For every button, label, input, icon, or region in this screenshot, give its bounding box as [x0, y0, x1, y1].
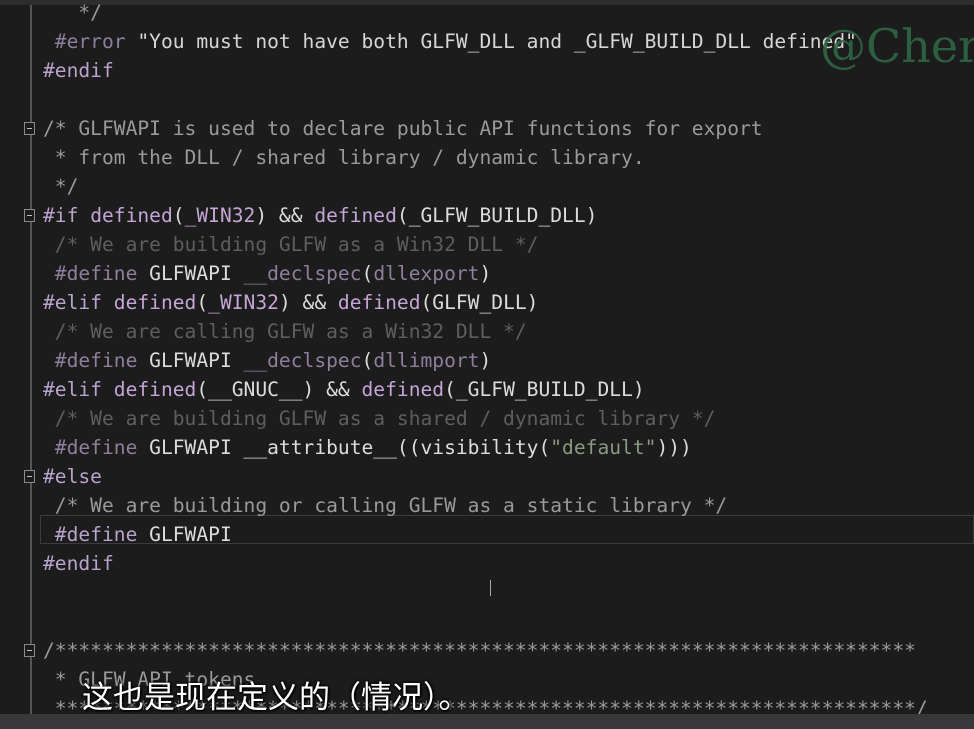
- code-token: (: [196, 291, 209, 314]
- code-token: #else: [43, 465, 102, 488]
- code-token: /* We are building GLFW as a shared / dy…: [43, 407, 716, 430]
- code-token: GLFWAPI __attribute__((visibility(: [137, 436, 551, 459]
- code-token: __declspec: [243, 349, 362, 372]
- code-line: /* We are calling GLFW as a Win32 DLL */: [43, 317, 527, 346]
- code-token: #elif: [43, 378, 114, 401]
- collapse-region-icon[interactable]: [24, 209, 35, 222]
- code-token: defined: [314, 204, 397, 227]
- code-token: /* We are building or calling GLFW as a …: [43, 494, 728, 517]
- code-token: (: [361, 262, 374, 285]
- code-token: * from the DLL / shared library / dynami…: [43, 146, 645, 169]
- code-line: */: [43, 172, 79, 201]
- code-token: "You must not have both GLFW_DLL and _GL…: [125, 30, 857, 53]
- code-token: /* GLFWAPI is used to declare public API…: [43, 117, 763, 140]
- code-token: #elif: [43, 291, 114, 314]
- collapse-region-icon[interactable]: [24, 644, 35, 657]
- code-token: ))): [656, 436, 692, 459]
- code-token: #define: [43, 349, 138, 372]
- code-token: (__GNUC__) &&: [196, 378, 362, 401]
- code-token: ): [479, 349, 492, 372]
- code-token: dllexport: [373, 262, 480, 285]
- code-token: /***************************************…: [43, 639, 916, 662]
- code-token: defined: [361, 378, 445, 401]
- code-token: GLFWAPI: [137, 262, 244, 285]
- video-subtitle: 这也是现在定义的（情况）。: [82, 680, 470, 716]
- code-token: /* We are calling GLFW as a Win32 DLL */: [43, 320, 527, 343]
- code-token: */: [43, 175, 79, 198]
- code-token: GLFWAPI: [137, 523, 232, 546]
- code-line: #elif defined(_WIN32) && defined(GLFW_DL…: [43, 288, 538, 317]
- collapse-region-icon[interactable]: [24, 470, 35, 483]
- code-line: */: [43, 0, 102, 27]
- code-editor[interactable]: */ #error "You must not have both GLFW_D…: [0, 1, 974, 720]
- channel-watermark: @Chern: [820, 19, 974, 73]
- code-line: #else: [43, 462, 102, 491]
- code-token: _WIN32: [184, 204, 256, 227]
- code-line: * from the DLL / shared library / dynami…: [43, 143, 645, 172]
- code-line: #error "You must not have both GLFW_DLL …: [43, 27, 857, 56]
- code-token: GLFWAPI: [137, 349, 244, 372]
- code-token: (_GLFW_BUILD_DLL): [444, 378, 645, 401]
- outline-guide: [30, 5, 32, 714]
- code-token: defined: [113, 378, 197, 401]
- code-token: defined: [90, 204, 173, 227]
- code-token: __declspec: [243, 262, 362, 285]
- code-line: #if defined(_WIN32) && defined(_GLFW_BUI…: [43, 201, 597, 230]
- code-token: _WIN32: [208, 291, 279, 314]
- code-token: #error: [43, 30, 126, 53]
- code-token: (_GLFW_BUILD_DLL): [396, 204, 598, 227]
- code-line: #define GLFWAPI __declspec(dllexport): [43, 259, 492, 288]
- code-line: /* We are building or calling GLFW as a …: [43, 491, 727, 520]
- code-token: #endif: [43, 552, 114, 575]
- code-line: #elif defined(__GNUC__) && defined(_GLFW…: [43, 375, 645, 404]
- code-token: #if: [43, 204, 91, 227]
- code-token: (: [361, 349, 374, 372]
- code-line: #define GLFWAPI __attribute__((visibilit…: [43, 433, 692, 462]
- code-line: /* GLFWAPI is used to declare public API…: [43, 114, 763, 143]
- code-token: #define: [43, 523, 138, 546]
- code-token: ) &&: [255, 204, 315, 227]
- code-token: #define: [43, 262, 138, 285]
- code-line: #define GLFWAPI __declspec(dllimport): [43, 346, 492, 375]
- code-line: #endif: [43, 549, 114, 578]
- code-token: "default": [550, 436, 657, 459]
- code-token: #endif: [43, 59, 114, 82]
- code-line: #endif: [43, 56, 114, 85]
- code-line: /* We are building GLFW as a Win32 DLL *…: [43, 230, 539, 259]
- code-token: (: [172, 204, 185, 227]
- code-line: /***************************************…: [43, 636, 916, 665]
- code-token: defined: [337, 291, 421, 314]
- code-token: ) &&: [278, 291, 338, 314]
- code-token: #define: [43, 436, 138, 459]
- mouse-ibeam-cursor: [490, 580, 491, 596]
- code-token: defined: [113, 291, 197, 314]
- code-token: dllimport: [373, 349, 480, 372]
- code-token: /* We are building GLFW as a Win32 DLL *…: [43, 233, 539, 256]
- collapse-region-icon[interactable]: [24, 122, 35, 135]
- code-token: ): [479, 262, 492, 285]
- code-line: #define GLFWAPI: [43, 520, 232, 549]
- code-line: /* We are building GLFW as a shared / dy…: [43, 404, 716, 433]
- code-token: */: [43, 1, 102, 24]
- code-token: (GLFW_DLL): [420, 291, 539, 314]
